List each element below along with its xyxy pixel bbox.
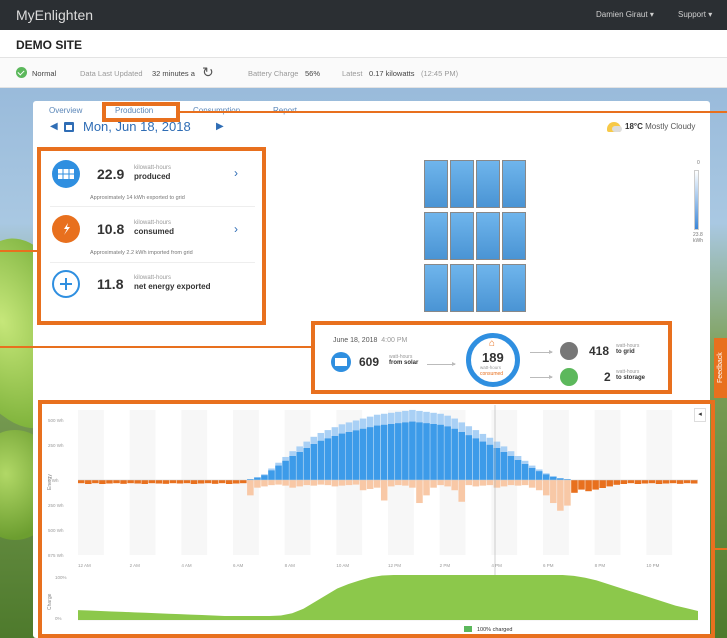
solar-module[interactable] <box>502 160 526 208</box>
legend-max: 23.8 kWh <box>693 232 703 244</box>
latest-value: 0.17 kilowatts <box>369 69 415 78</box>
solar-array <box>424 160 534 320</box>
last-updated-value: 32 minutes a <box>152 69 195 78</box>
support-label: Support <box>678 10 707 19</box>
solar-module[interactable] <box>476 264 500 312</box>
highlight-metrics <box>37 147 266 325</box>
user-name: Damien Giraut <box>596 10 648 19</box>
battery-label: Battery Charge <box>248 69 299 78</box>
solar-module[interactable] <box>450 264 474 312</box>
refresh-icon[interactable]: ↻ <box>202 64 214 81</box>
highlight-production-tab <box>102 102 180 122</box>
weather-summary: 18°C Mostly Cloudy <box>625 122 695 131</box>
top-navigation-bar: MyEnlighten Damien Giraut ▾ Support ▾ <box>0 0 727 30</box>
site-title: DEMO SITE <box>16 38 83 52</box>
next-day-icon[interactable]: ▶ <box>216 121 224 132</box>
latest-label: Latest <box>342 69 363 78</box>
chevron-down-icon: ▾ <box>708 10 713 19</box>
status-text: Normal <box>32 69 57 78</box>
site-header: DEMO SITE <box>0 30 727 58</box>
support-menu[interactable]: Support ▾ <box>678 10 712 19</box>
solar-module[interactable] <box>502 264 526 312</box>
energy-scale-bar <box>694 170 699 230</box>
legend-min: 0 <box>697 160 700 166</box>
status-bar: Normal Data Last Updated 32 minutes a ↻ … <box>0 58 727 88</box>
solar-module[interactable] <box>424 212 448 260</box>
highlight-energy-flow <box>311 321 672 394</box>
brand-logo[interactable]: MyEnlighten <box>16 7 93 23</box>
previous-day-icon[interactable]: ◀ <box>50 121 58 132</box>
latest-time: (12:45 PM) <box>421 69 459 78</box>
callout-line <box>0 250 38 252</box>
solar-module[interactable] <box>424 160 448 208</box>
tab-overview[interactable]: Overview <box>49 106 82 115</box>
weather-condition: Mostly Cloudy <box>645 122 696 131</box>
cloud-icon <box>612 126 622 132</box>
feedback-tab[interactable]: Feedback <box>714 338 727 398</box>
solar-module[interactable] <box>450 160 474 208</box>
solar-module[interactable] <box>476 160 500 208</box>
solar-module[interactable] <box>450 212 474 260</box>
chevron-down-icon: ▾ <box>649 10 654 19</box>
temperature: 18°C <box>625 122 643 131</box>
callout-line <box>0 346 312 348</box>
user-menu[interactable]: Damien Giraut ▾ <box>596 10 654 19</box>
solar-module[interactable] <box>476 212 500 260</box>
solar-module[interactable] <box>502 212 526 260</box>
status-ok-icon <box>16 67 27 78</box>
battery-value: 56% <box>305 69 321 78</box>
calendar-icon[interactable] <box>64 122 74 132</box>
legend-unit: kWh <box>693 238 703 244</box>
highlight-chart <box>38 400 715 638</box>
solar-module[interactable] <box>424 264 448 312</box>
callout-line <box>180 111 727 113</box>
last-updated-label: Data Last Updated <box>80 69 143 78</box>
callout-line <box>714 548 727 550</box>
